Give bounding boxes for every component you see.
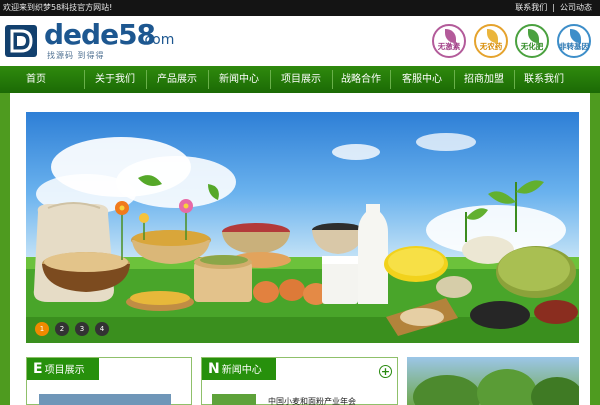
badge-label: 非转基因: [559, 42, 589, 51]
logo-text[interactable]: dede58: [44, 19, 156, 51]
nav-products[interactable]: 产品展示: [146, 66, 208, 93]
content-area: 1234 E 项目展示 N 新闻中心 + 中国小麦和面粉产业年会: [10, 93, 590, 405]
news-item[interactable]: 中国小麦和面粉产业年会: [268, 396, 356, 405]
badge-no-hormone: 无激素: [432, 24, 466, 58]
nav-projects[interactable]: 项目展示: [270, 66, 332, 93]
side-image-panel[interactable]: [407, 357, 583, 405]
main-nav: 首页 关于我们 产品展示 新闻中心 项目展示 战略合作 客服中心 招商加盟 联系…: [0, 66, 600, 93]
projects-panel-title[interactable]: E 项目展示: [27, 358, 99, 380]
contact-us-link[interactable]: 联系我们: [515, 3, 547, 12]
badge-non-gmo: 非转基因: [557, 24, 591, 58]
panel-title-text: 新闻中心: [221, 365, 262, 376]
panel-initial: E: [33, 361, 43, 377]
slide-indicators: 1234: [35, 322, 115, 336]
leaf-icon: [445, 29, 456, 43]
logo-slogan: 找源码 到得得: [47, 51, 105, 60]
plus-icon[interactable]: +: [379, 365, 392, 378]
banner-illustration: [26, 133, 579, 343]
nav-franchise[interactable]: 招商加盟: [454, 66, 514, 93]
nav-service[interactable]: 客服中心: [390, 66, 454, 93]
nav-home[interactable]: 首页: [0, 66, 72, 93]
badge-no-pesticide: 无农药: [474, 24, 508, 58]
top-links: 联系我们 | 公司动态: [515, 0, 592, 16]
trees-image: [413, 369, 583, 405]
badge-label: 无激素: [437, 42, 461, 51]
projects-panel: E 项目展示: [26, 357, 192, 405]
leaf-icon: [528, 29, 539, 43]
welcome-text: 欢迎来到织梦58科技官方网站!: [3, 3, 113, 12]
nav-news[interactable]: 新闻中心: [208, 66, 270, 93]
nav-contact[interactable]: 联系我们: [514, 66, 574, 93]
slide-dot[interactable]: 1: [35, 322, 49, 336]
divider: |: [552, 3, 555, 12]
leaf-icon: [570, 29, 581, 43]
logo-suffix: .com: [140, 32, 175, 48]
slide-dot[interactable]: 4: [95, 322, 109, 336]
badge-no-fertilizer: 无化肥: [515, 24, 549, 58]
leaf-icon: [487, 29, 498, 43]
badge-label: 无农药: [479, 42, 503, 51]
news-panel-title[interactable]: N 新闻中心: [202, 358, 276, 380]
slide-dot[interactable]: 3: [75, 322, 89, 336]
panel-initial: N: [208, 361, 220, 377]
nav-partnership[interactable]: 战略合作: [332, 66, 390, 93]
news-panel: N 新闻中心 + 中国小麦和面粉产业年会: [201, 357, 398, 405]
hero-banner[interactable]: 1234: [26, 112, 579, 343]
nav-about[interactable]: 关于我们: [84, 66, 146, 93]
panel-title-text: 项目展示: [44, 365, 85, 376]
project-thumbnail[interactable]: [39, 394, 171, 405]
badge-label: 无化肥: [520, 42, 544, 51]
top-bar: 欢迎来到织梦58科技官方网站! 联系我们 | 公司动态: [0, 0, 600, 16]
logo-mark-icon[interactable]: [5, 25, 37, 57]
company-news-link[interactable]: 公司动态: [560, 3, 592, 12]
slide-dot[interactable]: 2: [55, 322, 69, 336]
news-thumbnail[interactable]: [212, 394, 256, 405]
site-header: dede58 .com 找源码 到得得 无激素 无农药 无化肥 非转基因: [0, 16, 600, 66]
